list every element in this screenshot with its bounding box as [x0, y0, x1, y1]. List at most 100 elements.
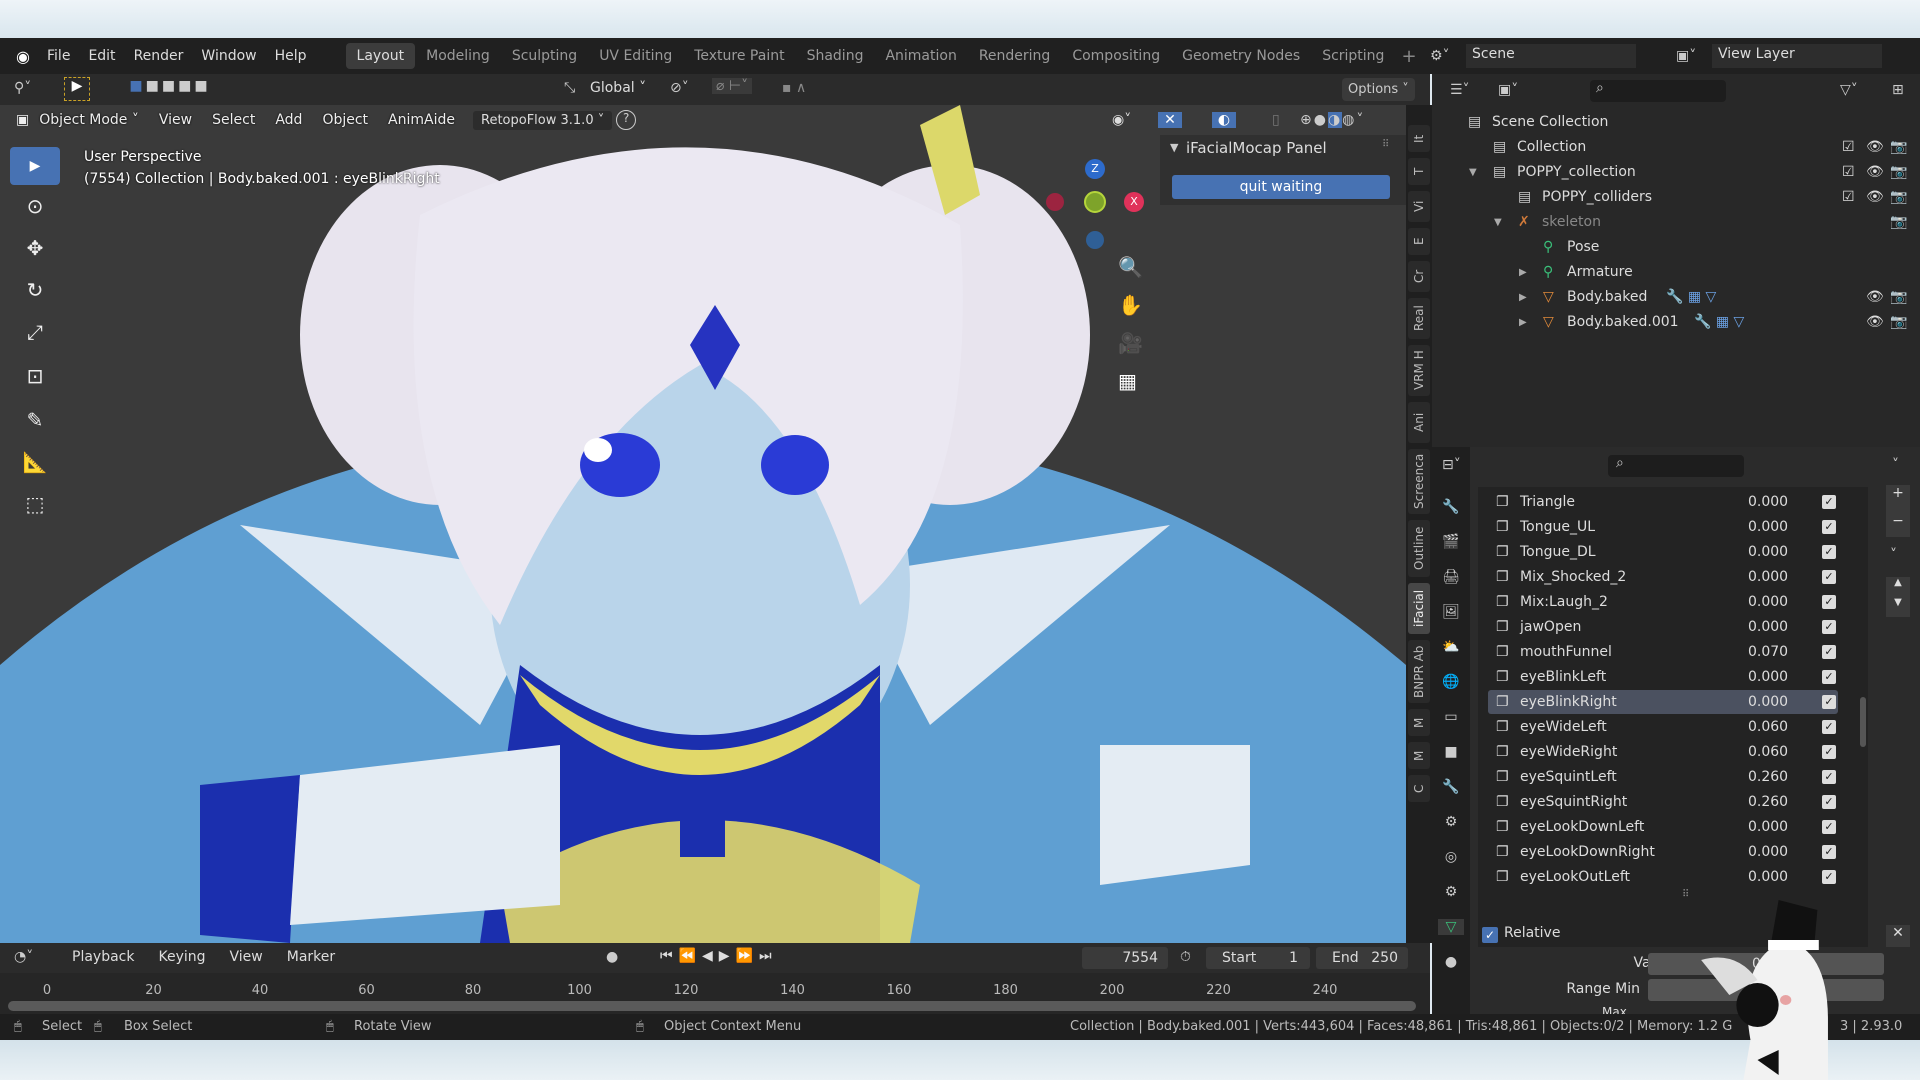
properties-tab-world-icon[interactable]: 🌐 — [1438, 674, 1464, 690]
quit-waiting-button[interactable]: quit waiting — [1172, 175, 1390, 199]
properties-tab-constraints-icon[interactable]: ⚙ — [1438, 884, 1464, 900]
sidebar-tab-c[interactable]: C — [1408, 775, 1430, 802]
shape-key-mute-checkbox[interactable]: ✓ — [1822, 745, 1836, 759]
shape-key-row[interactable]: ❐ Mix:Laugh_2 0.000 ✓ — [1488, 590, 1838, 614]
outliner-item-skeleton[interactable]: ▼ ✗ skeleton 📷 — [1432, 210, 1920, 235]
shape-key-mute-checkbox[interactable]: ✓ — [1822, 545, 1836, 559]
tab-animation[interactable]: Animation — [874, 43, 967, 69]
editor-type-icon[interactable]: ⚲˅ — [14, 80, 31, 96]
overlay-toggle-icon[interactable]: ◐ — [1212, 112, 1236, 128]
scene-field[interactable]: Scene — [1466, 44, 1636, 68]
move-up-button[interactable]: ▲ — [1886, 577, 1910, 597]
exclude-checkbox[interactable]: ☑ — [1842, 185, 1855, 210]
tab-scripting[interactable]: Scripting — [1311, 43, 1395, 69]
snap-icon[interactable]: ⌀ ⊢˅ — [712, 78, 753, 94]
transform-orientation-dropdown[interactable]: Global ˅ — [590, 80, 646, 96]
shape-key-mute-checkbox[interactable]: ✓ — [1822, 645, 1836, 659]
timeline-scrollbar[interactable] — [8, 1001, 1416, 1011]
annotate-tool-icon[interactable]: ✎ — [10, 399, 60, 441]
tab-rendering[interactable]: Rendering — [968, 43, 1062, 69]
sidebar-tab-m[interactable]: M — [1408, 742, 1430, 769]
ortho-grid-icon[interactable]: ▦ — [1118, 369, 1137, 393]
sidebar-tab-ifacial[interactable]: iFacial — [1408, 583, 1430, 634]
outliner-item-pose[interactable]: ⚲ Pose — [1432, 235, 1920, 260]
render-camera-icon[interactable]: 📷 — [1890, 135, 1907, 160]
viewport-menu-animaide[interactable]: AnimAide — [378, 112, 465, 128]
sidebar-tab-vrm-h[interactable]: VRM H — [1408, 345, 1430, 396]
tab-compositing[interactable]: Compositing — [1061, 43, 1171, 69]
visibility-eye-icon[interactable]: 👁 — [1866, 185, 1884, 210]
pan-hand-icon[interactable]: ✋ — [1118, 293, 1143, 317]
rotate-tool-icon[interactable]: ↻ — [10, 269, 60, 311]
shape-key-row[interactable]: ❐ Tongue_DL 0.000 ✓ — [1488, 540, 1838, 564]
navigation-gizmo[interactable]: Z X — [1040, 145, 1150, 255]
view-layer-field[interactable]: View Layer — [1712, 44, 1882, 68]
shape-key-row[interactable]: ❐ eyeBlinkRight 0.000 ✓ — [1488, 690, 1838, 714]
display-mode-icon[interactable]: ☰˅ — [1450, 82, 1470, 98]
properties-tab-view-layer-icon[interactable]: 🖼 — [1438, 604, 1464, 620]
properties-tab-output-icon[interactable]: 🖨 — [1438, 569, 1464, 585]
visibility-icon[interactable]: ◉˅ — [1112, 112, 1131, 128]
properties-tab-physics-icon[interactable]: ◎ — [1438, 849, 1464, 865]
shape-key-mute-checkbox[interactable]: ✓ — [1822, 770, 1836, 784]
shape-key-row[interactable]: ❐ eyeLookDownLeft 0.000 ✓ — [1488, 815, 1838, 839]
proportional-edit-icon[interactable]: ▪ ∧ — [782, 80, 806, 96]
properties-search-input[interactable]: ⌕ — [1608, 455, 1744, 477]
viewport-menu-select[interactable]: Select — [202, 112, 265, 128]
shape-key-mute-checkbox[interactable]: ✓ — [1822, 620, 1836, 634]
properties-tab-particles-icon[interactable]: ⚙ — [1438, 814, 1464, 830]
new-collection-icon[interactable]: ⊞ — [1892, 82, 1904, 98]
list-resize-handle[interactable]: ⠿ — [1682, 889, 1689, 900]
properties-editor-type-icon[interactable]: ⊟˅ — [1442, 457, 1461, 473]
expand-arrow-icon[interactable]: ▶ — [1519, 310, 1527, 335]
shape-key-value[interactable]: 0.000 — [1748, 615, 1788, 639]
timeline-menu-playback[interactable]: Playback — [60, 949, 146, 965]
shape-key-value[interactable]: 0.000 — [1748, 490, 1788, 514]
view-layer-icon[interactable]: ▣˅ — [1676, 48, 1696, 64]
tab-texture-paint[interactable]: Texture Paint — [683, 43, 795, 69]
outliner-item-poppy-colliders[interactable]: ▤ POPPY_colliders ☑ 👁 📷 — [1432, 185, 1920, 210]
selection-mode-icons[interactable]: ■■■■■ — [110, 78, 230, 100]
select-box-tool-icon[interactable]: ▶ — [10, 147, 60, 185]
shape-key-mute-checkbox[interactable]: ✓ — [1822, 495, 1836, 509]
sidebar-tab-vi[interactable]: Vi — [1408, 191, 1430, 222]
add-workspace-icon[interactable]: + — [1401, 46, 1416, 67]
sidebar-tab-t[interactable]: T — [1408, 158, 1430, 185]
gizmo-neg-z[interactable] — [1086, 231, 1104, 249]
shape-key-value[interactable]: 0.000 — [1748, 665, 1788, 689]
start-frame-field[interactable]: Start 1 — [1206, 947, 1310, 969]
add-cube-tool-icon[interactable]: ⬚ — [10, 483, 60, 525]
shape-key-value[interactable]: 0.000 — [1748, 815, 1788, 839]
gizmo-x-axis[interactable]: X — [1124, 192, 1144, 212]
sidebar-tab-cr[interactable]: Cr — [1408, 261, 1430, 292]
preview-range-icon[interactable]: ⏱ — [1180, 949, 1191, 965]
cursor-tool-icon[interactable]: ⊙ — [10, 185, 60, 227]
shape-key-row[interactable]: ❐ eyeLookDownRight 0.000 ✓ — [1488, 840, 1838, 864]
blender-logo-icon[interactable]: ◉ — [8, 47, 38, 66]
remove-shape-key-button[interactable]: − — [1886, 513, 1910, 537]
camera-view-icon[interactable]: 🎥 — [1118, 331, 1143, 355]
outliner-item-scene-collection[interactable]: ▤ Scene Collection — [1432, 110, 1920, 135]
outliner-item-body-baked[interactable]: ▶ ▽ Body.baked 👁 📷 🔧 ▦ ▽ — [1432, 285, 1920, 310]
measure-tool-icon[interactable]: 📐 — [10, 441, 60, 483]
visibility-eye-icon[interactable]: 👁 — [1866, 160, 1884, 185]
shape-key-value[interactable]: 0.000 — [1748, 540, 1788, 564]
shape-key-mute-checkbox[interactable]: ✓ — [1822, 845, 1836, 859]
tab-sculpting[interactable]: Sculpting — [501, 43, 588, 69]
sidebar-tab-real[interactable]: Real — [1408, 298, 1430, 339]
filter-view-icon[interactable]: ▣˅ — [1498, 82, 1518, 98]
shape-key-mute-checkbox[interactable]: ✓ — [1822, 695, 1836, 709]
shape-key-row[interactable]: ❐ Triangle 0.000 ✓ — [1488, 490, 1838, 514]
timeline-editor-type-icon[interactable]: ◔˅ — [14, 949, 33, 965]
move-tool-icon[interactable]: ✥ — [10, 227, 60, 269]
menu-edit[interactable]: Edit — [79, 48, 124, 64]
sidebar-tab-e[interactable]: E — [1408, 228, 1430, 255]
timeline-menu-marker[interactable]: Marker — [275, 949, 347, 965]
pivot-icon[interactable]: ⊘˅ — [670, 80, 689, 96]
expand-arrow-icon[interactable]: ▶ — [1519, 285, 1527, 310]
expand-arrow-icon[interactable]: ▼ — [1469, 160, 1477, 185]
shape-key-mute-checkbox[interactable]: ✓ — [1822, 595, 1836, 609]
sidebar-tab-screenca[interactable]: Screenca — [1408, 449, 1430, 514]
shape-key-value[interactable]: 0.260 — [1748, 765, 1788, 789]
timeline-menu-keying[interactable]: Keying — [146, 949, 217, 965]
